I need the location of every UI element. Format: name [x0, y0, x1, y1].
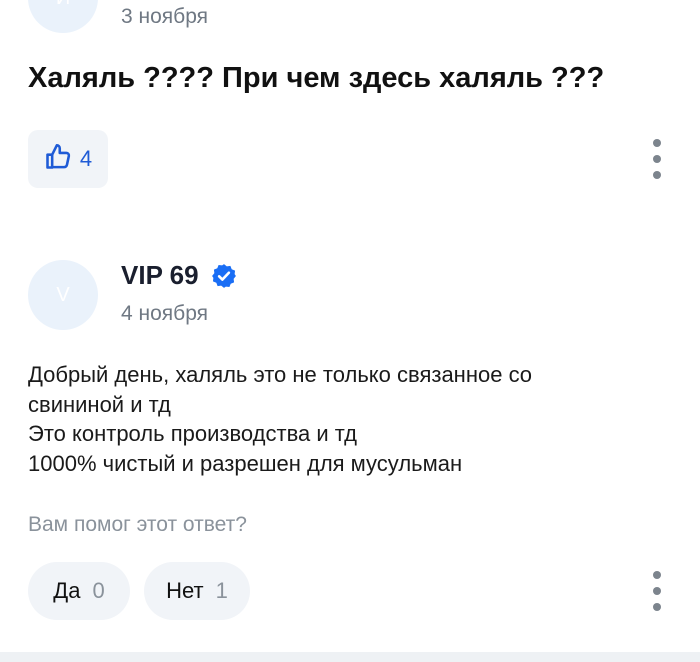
thumbs-up-icon: [44, 143, 72, 176]
avatar-letter: И: [56, 0, 70, 10]
verified-check-icon: [211, 263, 237, 289]
question-author-avatar[interactable]: И: [28, 0, 98, 33]
helpful-yes-button[interactable]: Да 0: [28, 562, 130, 620]
answer-line: Добрый день, халяль это не только связан…: [28, 362, 533, 387]
answer-line: 1000% чистый и разрешен для мусульман: [28, 450, 463, 476]
kebab-dot: [653, 603, 661, 611]
question-menu-button[interactable]: [645, 139, 669, 179]
avatar-letter: V: [56, 283, 70, 306]
answer-author-avatar[interactable]: V: [28, 260, 98, 330]
yes-count: 0: [92, 578, 105, 603]
question-date: 3 ноября: [121, 5, 209, 28]
no-count: 1: [215, 578, 228, 603]
helpful-no-button[interactable]: Нет 1: [144, 562, 250, 620]
answer-text: Добрый день, халяль это не только связан…: [28, 360, 532, 478]
answer-date: 4 ноября: [121, 302, 209, 325]
like-count: 4: [79, 146, 93, 171]
answer-menu-button[interactable]: [645, 571, 669, 611]
kebab-dot: [653, 155, 661, 163]
helpful-prompt: Вам помог этот ответ?: [28, 513, 247, 536]
kebab-dot: [653, 171, 661, 179]
like-button[interactable]: 4: [28, 130, 108, 188]
answer-author-name[interactable]: VIP 69: [121, 260, 199, 291]
kebab-dot: [653, 139, 661, 147]
kebab-dot: [653, 587, 661, 595]
kebab-dot: [653, 571, 661, 579]
section-divider: [0, 652, 700, 662]
answer-line: Это контроль производства и тд: [28, 421, 357, 446]
no-label: Нет: [166, 578, 204, 603]
question-text: Халяль ???? При чем здесь халяль ???: [28, 62, 605, 94]
answer-line: свининой и тд: [28, 391, 171, 417]
answer-author: VIP 69: [121, 260, 237, 291]
yes-label: Да: [53, 578, 81, 603]
